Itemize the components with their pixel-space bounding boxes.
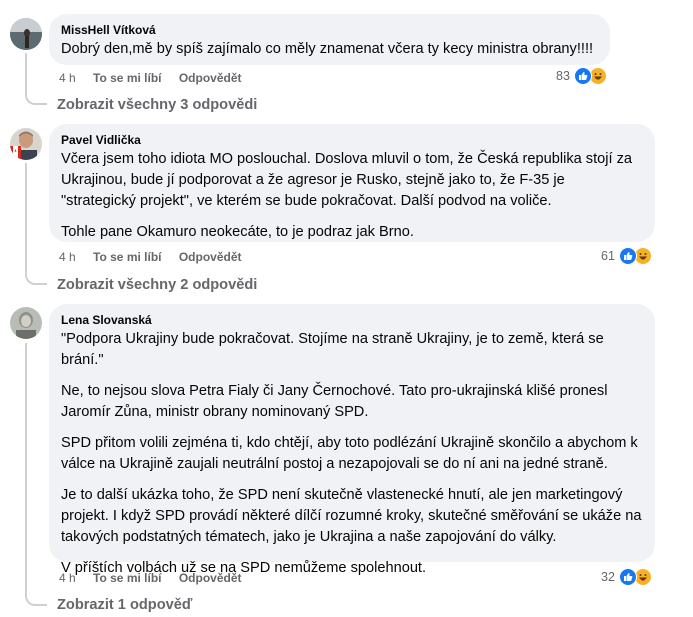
comment-bubble: MissHell Vítková Dobrý den,mě by spíš za… — [49, 14, 610, 65]
like-icon — [618, 568, 637, 586]
comment-bubble: Lena Slovanská "Podpora Ukrajiny bude po… — [49, 304, 655, 576]
thread-line — [25, 53, 47, 105]
reaction-count: 83 — [556, 69, 570, 83]
avatar-photo-icon — [10, 18, 42, 50]
comment-author[interactable]: Pavel Vidlička — [61, 132, 643, 148]
reaction-count: 61 — [601, 249, 615, 263]
comment-text: Je to další ukázka toho, že SPD není sku… — [61, 487, 642, 545]
avatar[interactable] — [10, 128, 42, 160]
reactions-summary[interactable]: 32 — [601, 568, 652, 586]
view-replies-link[interactable]: Zobrazit 1 odpověď — [57, 596, 192, 614]
comment-text: "Podpora Ukrajiny bude pokračovat. Stojí… — [61, 331, 604, 368]
comment-text: Ne, to nejsou slova Petra Fialy či Jany … — [61, 383, 608, 420]
thread-line — [25, 343, 47, 606]
avatar-photo-icon — [10, 128, 42, 160]
reaction-count: 32 — [601, 570, 615, 584]
comment-text: SPD přitom volili zejména ti, kdo chtějí… — [61, 435, 638, 472]
comment-text: Včera jsem toho idiota MO poslouchal. Do… — [61, 151, 633, 209]
comment-thread: MissHell Vítková Dobrý den,mě by spíš za… — [0, 0, 693, 617]
comment-time[interactable]: 4 h — [59, 571, 76, 585]
reply-button[interactable]: Odpovědět — [179, 71, 242, 85]
view-replies-link[interactable]: Zobrazit všechny 3 odpovědi — [57, 96, 257, 114]
comment-text: Tohle pane Okamuro neokecáte, to je podr… — [61, 224, 414, 240]
like-icon — [573, 67, 592, 85]
reactions-summary[interactable]: 83 — [556, 67, 607, 85]
comment-actions: 4 h To se mi líbí Odpovědět — [59, 570, 256, 586]
comment-time[interactable]: 4 h — [59, 250, 76, 264]
comment-actions: 4 h To se mi líbí Odpovědět — [59, 249, 256, 265]
like-button[interactable]: To se mi líbí — [93, 71, 161, 85]
reactions-summary[interactable]: 61 — [601, 247, 652, 265]
reply-button[interactable]: Odpovědět — [179, 250, 242, 264]
like-button[interactable]: To se mi líbí — [93, 250, 161, 264]
view-replies-link[interactable]: Zobrazit všechny 2 odpovědi — [57, 276, 257, 294]
thread-line — [25, 163, 47, 285]
avatar[interactable] — [10, 18, 42, 50]
comment-author[interactable]: MissHell Vítková — [61, 22, 598, 38]
like-button[interactable]: To se mi líbí — [93, 571, 161, 585]
comment-text: Dobrý den,mě by spíš zajímalo co měly zn… — [61, 41, 594, 57]
like-icon — [618, 247, 637, 265]
comment-author[interactable]: Lena Slovanská — [61, 312, 643, 328]
comment-bubble: Pavel Vidlička Včera jsem toho idiota MO… — [49, 124, 655, 242]
comment-time[interactable]: 4 h — [59, 71, 76, 85]
comment-actions: 4 h To se mi líbí Odpovědět — [59, 70, 256, 86]
avatar[interactable] — [10, 307, 42, 339]
reply-button[interactable]: Odpovědět — [179, 571, 242, 585]
avatar-photo-icon — [10, 307, 42, 339]
